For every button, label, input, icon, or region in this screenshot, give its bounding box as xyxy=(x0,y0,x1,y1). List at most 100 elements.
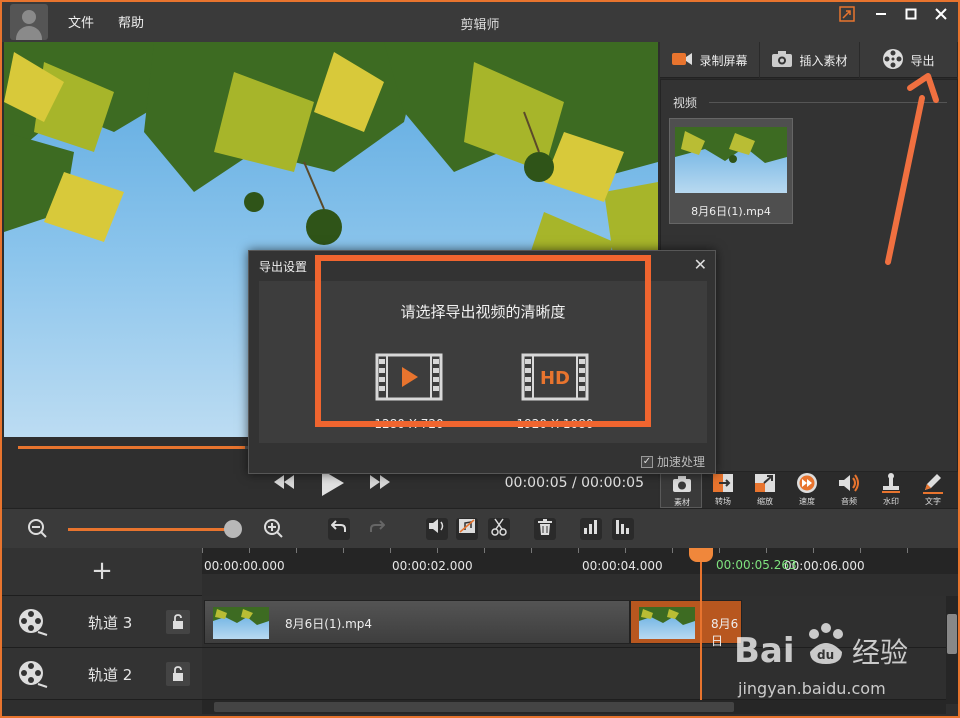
section-divider xyxy=(709,102,947,103)
media-item-name: 8月6日(1).mp4 xyxy=(691,205,771,218)
tool-audio-label: 音频 xyxy=(841,497,857,506)
time-display: 00:00:05 / 00:00:05 xyxy=(504,475,644,491)
timeline-clip-selected[interactable]: 8月6日 xyxy=(630,600,742,648)
export-settings-dialog: 导出设置 ✕ 请选择导出视频的清晰度 1280 X 720 HD 1920 X … xyxy=(248,250,716,474)
media-thumbnail xyxy=(675,127,787,193)
track-lane-3[interactable]: 8月6日(1).mp4 8月6日 xyxy=(202,596,946,648)
app-title: 剪辑师 xyxy=(460,18,500,33)
accelerate-option[interactable]: ✓ 加速处理 xyxy=(640,453,705,470)
bars-descending-icon[interactable] xyxy=(612,518,634,540)
clip-thumbnail xyxy=(639,607,695,639)
zoom-out-icon[interactable] xyxy=(26,518,48,540)
scissors-icon[interactable] xyxy=(488,518,510,540)
plus-icon: + xyxy=(91,556,113,586)
tool-watermark[interactable]: 水印 xyxy=(870,472,912,508)
accelerate-checkbox[interactable]: ✓ xyxy=(640,455,653,468)
dialog-prompt: 请选择导出视频的清晰度 xyxy=(400,303,566,321)
tab-record-screen[interactable]: 录制屏幕 xyxy=(660,42,760,78)
minimize-icon[interactable] xyxy=(870,6,892,28)
menu-help[interactable]: 帮助 xyxy=(118,12,144,31)
unlock-icon[interactable] xyxy=(166,610,190,634)
tool-transition[interactable]: 转场 xyxy=(702,472,744,508)
playhead-line[interactable] xyxy=(700,548,702,700)
tool-text-label: 文字 xyxy=(925,497,941,506)
volume-icon[interactable] xyxy=(426,518,448,540)
close-icon[interactable]: ✕ xyxy=(694,255,707,274)
tool-watermark-label: 水印 xyxy=(883,497,899,506)
audio-icon xyxy=(837,472,861,494)
track-header-2[interactable]: 轨道 2 xyxy=(2,648,202,700)
scale-icon xyxy=(753,472,777,494)
detach-audio-icon[interactable] xyxy=(456,518,478,540)
maximize-icon[interactable] xyxy=(900,6,922,28)
zoom-in-icon[interactable] xyxy=(262,518,284,540)
dialog-body: 请选择导出视频的清晰度 1280 X 720 HD 1920 X 1080 xyxy=(259,281,707,443)
menu-file[interactable]: 文件 xyxy=(68,12,94,31)
playhead-handle[interactable] xyxy=(689,548,713,562)
tool-media-label: 素材 xyxy=(674,498,690,507)
photo-camera-icon xyxy=(771,50,793,71)
tab-insert-media-label: 插入素材 xyxy=(799,53,848,68)
tool-speed[interactable]: 速度 xyxy=(786,472,828,508)
clip-name: 8月6日(1).mp4 xyxy=(285,617,373,631)
film-reel-icon xyxy=(882,48,904,73)
panel-tabs: 录制屏幕 插入素材 导出 xyxy=(660,42,958,78)
track-header-3[interactable]: 轨道 3 xyxy=(2,596,202,648)
timeline: + 00:00:00.000 00:00:02.000 00:00:04.000… xyxy=(2,548,958,716)
tool-audio[interactable]: 音频 xyxy=(828,472,870,508)
film-reel-icon xyxy=(18,660,48,692)
restore-size-icon[interactable] xyxy=(836,6,858,28)
track-name: 轨道 3 xyxy=(88,614,133,632)
export-720p-button[interactable]: 1280 X 720 xyxy=(349,353,469,439)
section-label-video: 视频 xyxy=(673,96,698,110)
playhead-time: 00:00:05.263 xyxy=(716,558,797,572)
tab-export-label: 导出 xyxy=(910,53,935,68)
dialog-title: 导出设置 xyxy=(259,260,308,274)
tool-text[interactable]: 文字 xyxy=(912,472,954,508)
redo-icon[interactable] xyxy=(366,518,388,540)
film-reel-icon xyxy=(18,608,48,640)
zoom-slider-track[interactable] xyxy=(68,528,230,531)
ruler-label: 00:00:04.000 xyxy=(582,559,663,573)
tab-record-screen-label: 录制屏幕 xyxy=(699,53,748,68)
unlock-icon[interactable] xyxy=(166,662,190,686)
close-icon[interactable] xyxy=(930,6,952,28)
track-lane-2[interactable] xyxy=(202,648,946,700)
watermark-stamp-icon xyxy=(879,472,903,494)
media-item[interactable]: 8月6日(1).mp4 xyxy=(669,118,793,224)
tab-export[interactable]: 导出 xyxy=(860,42,958,78)
time-ruler[interactable]: 00:00:00.000 00:00:02.000 00:00:04.000 0… xyxy=(202,548,958,574)
tab-insert-media[interactable]: 插入素材 xyxy=(760,42,860,78)
title-bar: 文件 帮助 剪辑师 xyxy=(2,2,958,42)
ruler-label: 00:00:02.000 xyxy=(392,559,473,573)
resolution-label: 1920 X 1080 xyxy=(516,417,594,431)
transition-icon xyxy=(711,472,735,494)
ruler-label: 00:00:00.000 xyxy=(204,559,285,573)
export-1080p-button[interactable]: HD 1920 X 1080 xyxy=(495,353,615,439)
timeline-toolbar xyxy=(2,508,958,548)
add-track-button[interactable]: + xyxy=(2,548,202,596)
timeline-clip[interactable]: 8月6日(1).mp4 xyxy=(204,600,630,644)
camera-record-icon xyxy=(671,51,693,70)
tool-scale-label: 缩放 xyxy=(757,497,773,506)
fast-forward-icon[interactable] xyxy=(368,473,392,495)
horizontal-scrollbar[interactable] xyxy=(202,700,946,714)
user-avatar[interactable] xyxy=(10,4,48,40)
tool-row: 素材 转场 缩放 速度 音频 水印 文字 xyxy=(660,472,958,508)
tool-speed-label: 速度 xyxy=(799,497,815,506)
bars-ascending-icon[interactable] xyxy=(580,518,602,540)
trash-icon[interactable] xyxy=(534,518,556,540)
rewind-icon[interactable] xyxy=(272,473,296,495)
vertical-scrollbar[interactable] xyxy=(946,596,958,704)
tool-media[interactable]: 素材 xyxy=(660,472,702,508)
zoom-slider-handle[interactable] xyxy=(224,520,242,538)
track-name: 轨道 2 xyxy=(88,666,133,684)
tool-scale[interactable]: 缩放 xyxy=(744,472,786,508)
clip-thumbnail xyxy=(213,607,269,639)
play-film-icon xyxy=(375,353,443,401)
undo-icon[interactable] xyxy=(328,518,350,540)
speed-icon xyxy=(795,472,819,494)
resolution-label: 1280 X 720 xyxy=(374,417,444,431)
app-window: 文件 帮助 剪辑师 00:00:05 / 00:00:05 录制屏幕 插入素材 … xyxy=(0,0,960,718)
hd-film-icon: HD xyxy=(521,353,589,401)
